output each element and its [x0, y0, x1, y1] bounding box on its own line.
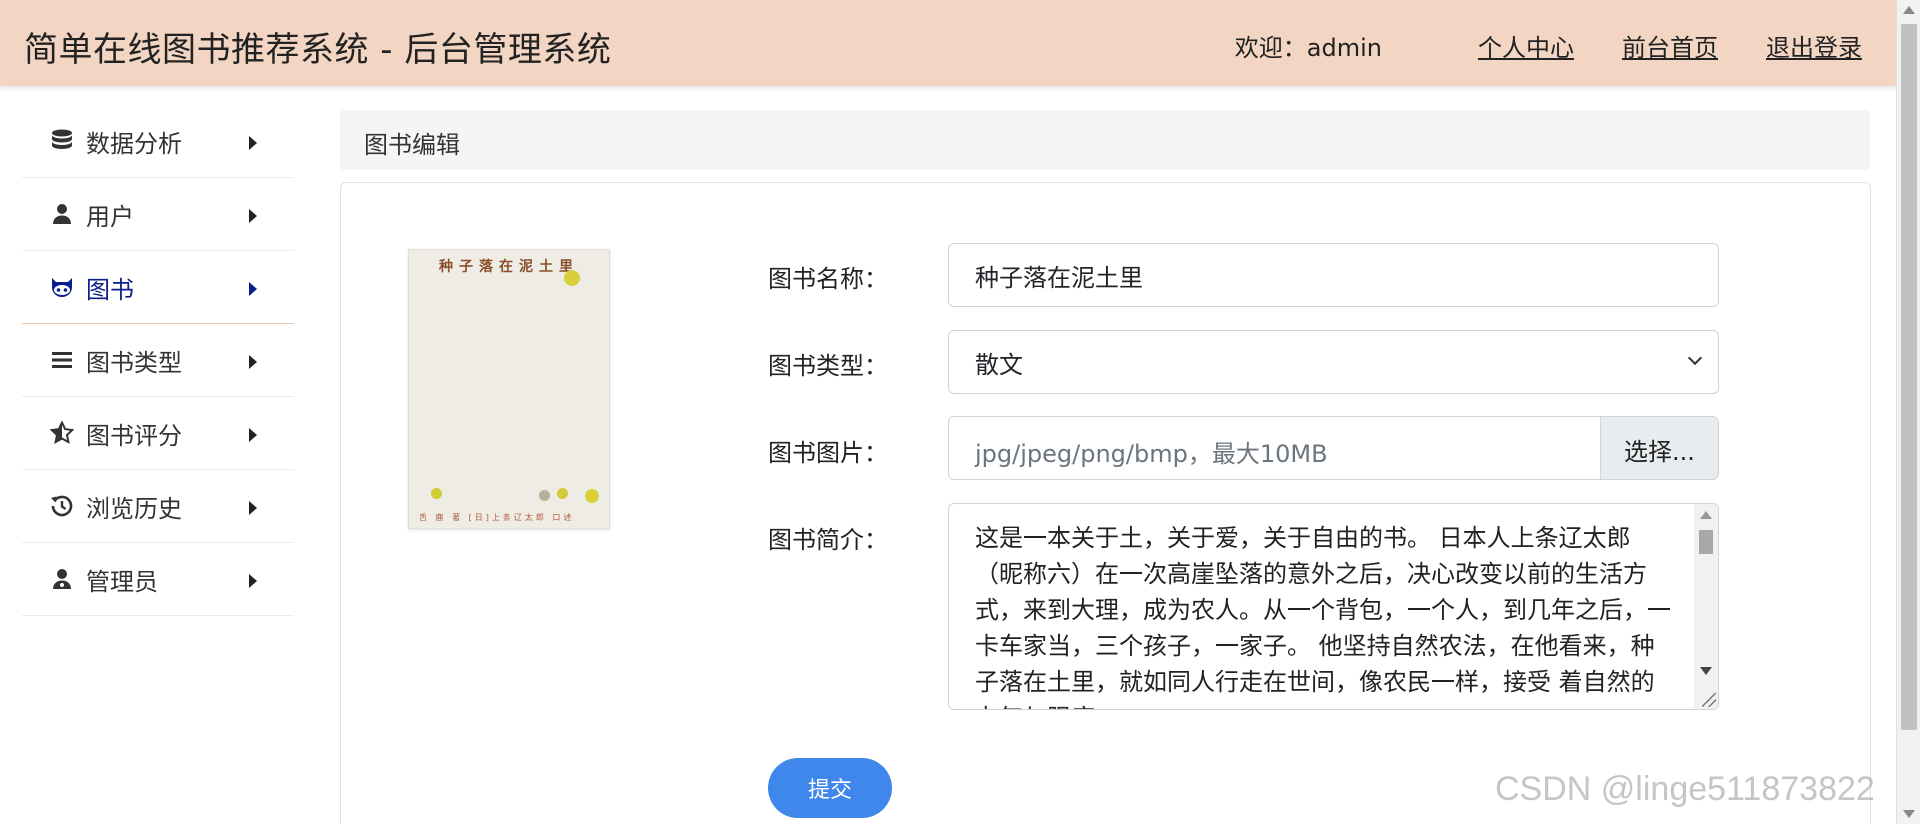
sidebar: 数据分析 用户 图书 图书类型 图书评分 浏览历史 管理员 — [22, 105, 294, 616]
user-icon — [48, 200, 76, 228]
scroll-down-icon[interactable] — [1700, 667, 1712, 675]
top-nav: 欢迎：admin 个人中心 前台首页 退出登录 — [1235, 28, 1862, 63]
profile-link[interactable]: 个人中心 — [1478, 28, 1574, 63]
book-name-label: 图书名称： — [768, 265, 888, 293]
book-image-label: 图书图片： — [768, 439, 888, 467]
sidebar-item-label: 用户 — [86, 202, 134, 231]
caret-right-icon — [249, 428, 257, 442]
database-icon — [48, 127, 76, 155]
username: admin — [1306, 34, 1382, 62]
caret-right-icon — [249, 574, 257, 588]
cover-dot — [557, 488, 568, 499]
browse-button[interactable]: 选择... — [1600, 417, 1718, 479]
sidebar-item-books[interactable]: 图书 — [22, 251, 294, 324]
welcome-text: 欢迎：admin — [1235, 28, 1382, 63]
scroll-up-icon[interactable] — [1700, 511, 1712, 519]
caret-right-icon — [249, 209, 257, 223]
caret-right-icon — [249, 501, 257, 515]
app-title: 简单在线图书推荐系统 - 后台管理系统 — [24, 30, 612, 70]
sidebar-item-admins[interactable]: 管理员 — [22, 543, 294, 616]
book-type-value: 散文 — [975, 350, 1023, 379]
frontend-home-link[interactable]: 前台首页 — [1622, 28, 1718, 63]
sidebar-item-label: 图书 — [86, 275, 134, 304]
cover-title: 种子落在泥土里 — [439, 259, 579, 275]
sidebar-item-book-types[interactable]: 图书类型 — [22, 324, 294, 397]
history-icon — [48, 492, 76, 520]
cover-dot — [431, 488, 442, 499]
book-name-value: 种子落在泥土里 — [975, 263, 1143, 292]
file-placeholder: jpg/jpeg/png/bmp，最大10MB — [975, 440, 1328, 468]
chevron-down-icon — [1687, 350, 1703, 366]
cover-dot — [539, 490, 550, 501]
page-scrollbar[interactable] — [1896, 0, 1920, 824]
sidebar-item-label: 管理员 — [86, 567, 158, 596]
watermark: CSDN @linge511873822 — [1495, 770, 1875, 808]
star-half-icon — [48, 419, 76, 447]
breadcrumb: 图书编辑 — [340, 110, 1870, 170]
caret-right-icon — [249, 355, 257, 369]
book-type-select[interactable]: 散文 — [948, 330, 1719, 394]
welcome-label: 欢迎： — [1234, 34, 1307, 62]
scroll-up-icon[interactable] — [1903, 6, 1915, 14]
caret-right-icon — [249, 136, 257, 150]
cover-footer: 舌 鹿 著 [日]上条辽太郎 口述 — [419, 513, 575, 522]
submit-button[interactable]: 提交 — [768, 758, 892, 818]
book-name-input[interactable]: 种子落在泥土里 — [948, 243, 1719, 307]
book-cover-image: 种子落在泥土里 舌 鹿 著 [日]上条辽太郎 口述 — [408, 249, 610, 529]
top-header: 简单在线图书推荐系统 - 后台管理系统 欢迎：admin 个人中心 前台首页 退… — [0, 0, 1896, 86]
caret-right-icon — [249, 282, 257, 296]
sidebar-item-browse-history[interactable]: 浏览历史 — [22, 470, 294, 543]
list-icon — [48, 346, 76, 374]
sidebar-item-book-ratings[interactable]: 图书评分 — [22, 397, 294, 470]
github-cat-icon — [48, 273, 76, 301]
sidebar-item-label: 数据分析 — [86, 129, 182, 158]
cover-dot — [585, 489, 599, 503]
scroll-down-icon[interactable] — [1903, 810, 1915, 818]
book-image-file-input[interactable]: jpg/jpeg/png/bmp，最大10MB 选择... — [948, 416, 1719, 480]
scroll-thumb[interactable] — [1901, 24, 1917, 730]
sidebar-item-label: 浏览历史 — [86, 494, 182, 523]
book-intro-label: 图书简介： — [768, 526, 888, 554]
sidebar-item-users[interactable]: 用户 — [22, 178, 294, 251]
book-intro-text: 这是一本关于土，关于爱，关于自由的书。 日本人上条辽太郎（昵称六）在一次高崖坠落… — [975, 524, 1671, 709]
book-intro-textarea[interactable]: 这是一本关于土，关于爱，关于自由的书。 日本人上条辽太郎（昵称六）在一次高崖坠落… — [948, 503, 1719, 710]
sidebar-item-label: 图书类型 — [86, 348, 182, 377]
book-type-label: 图书类型： — [768, 352, 888, 380]
sidebar-item-label: 图书评分 — [86, 421, 182, 450]
scroll-thumb[interactable] — [1699, 530, 1713, 554]
textarea-scrollbar[interactable] — [1694, 504, 1718, 709]
sidebar-item-data-analysis[interactable]: 数据分析 — [22, 105, 294, 178]
page-title: 图书编辑 — [364, 131, 460, 159]
logout-link[interactable]: 退出登录 — [1766, 28, 1862, 63]
cover-dot — [564, 270, 580, 286]
resize-grip-icon[interactable] — [1702, 693, 1716, 707]
user-doctor-icon — [48, 565, 76, 593]
